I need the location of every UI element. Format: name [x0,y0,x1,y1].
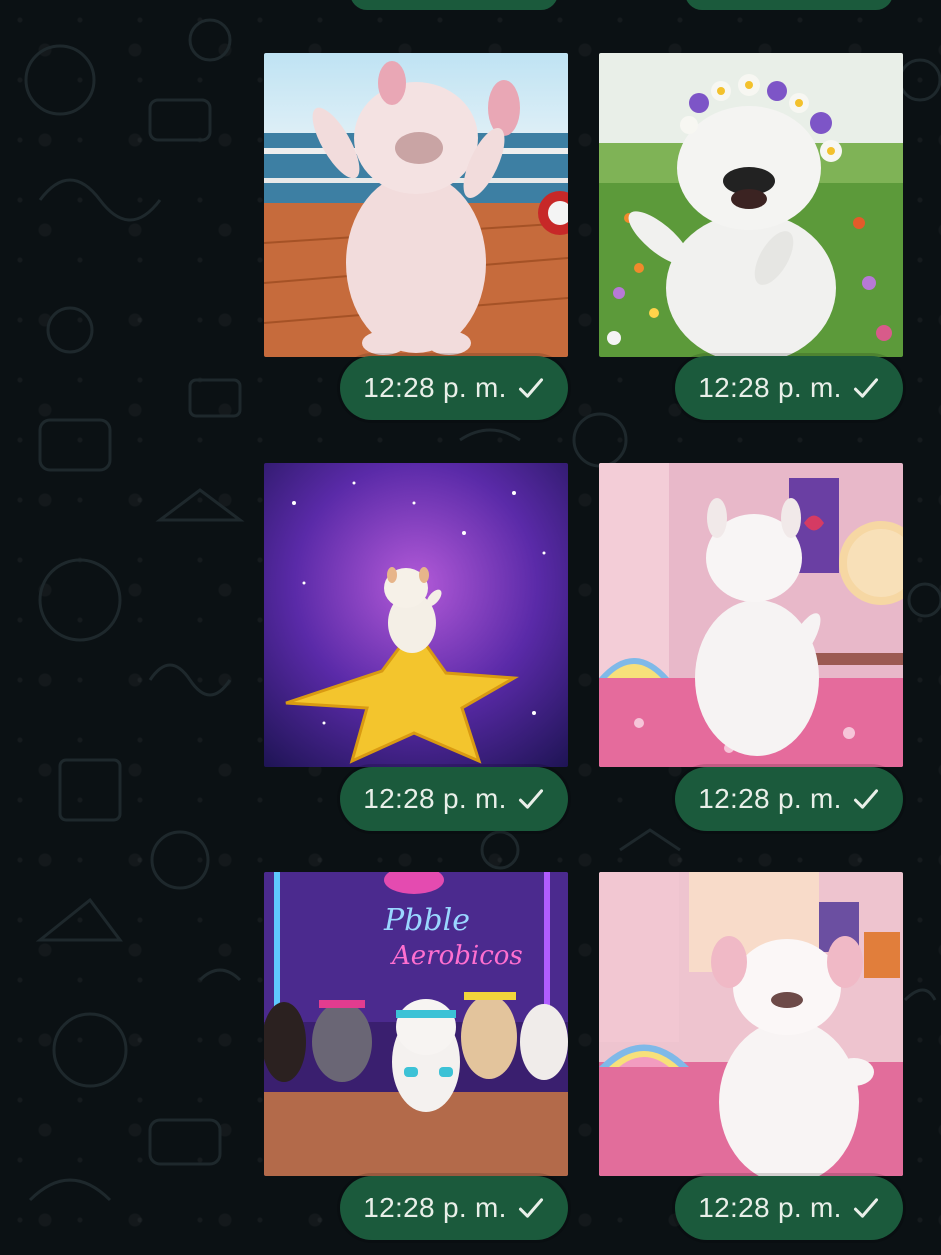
image-message[interactable] [599,463,903,767]
check-icon [853,1198,878,1218]
image-message[interactable] [264,463,568,767]
image-message[interactable] [599,53,903,357]
image-thumbnail [599,53,903,357]
previous-bubble-edge [350,0,558,10]
neon-sign-line-2: Aerobicos [390,941,523,971]
image-thumbnail [264,53,568,357]
chat-area[interactable]: Pbble Aerobicos 12:28 p. m. 12:28 p. m. … [0,0,941,1255]
check-icon [853,378,878,398]
timestamp-text: 12:28 p. m. [363,783,507,814]
message-timestamp: 12:28 p. m. [675,1176,903,1240]
image-thumbnail: Pbble Aerobicos [264,872,568,1176]
check-icon [853,789,878,809]
image-thumbnail [264,463,568,767]
neon-sign-line-1: Pbble [383,903,470,938]
image-message[interactable]: Pbble Aerobicos [264,872,568,1176]
message-timestamp: 12:28 p. m. [340,356,568,420]
check-icon [518,1198,543,1218]
message-timestamp: 12:28 p. m. [675,356,903,420]
message-timestamp: 12:28 p. m. [675,767,903,831]
timestamp-text: 12:28 p. m. [698,372,842,403]
message-timestamp: 12:28 p. m. [340,1176,568,1240]
timestamp-text: 12:28 p. m. [698,1192,842,1223]
previous-bubble-edge [685,0,893,10]
image-message[interactable] [599,872,903,1176]
timestamp-text: 12:28 p. m. [363,1192,507,1223]
timestamp-text: 12:28 p. m. [698,783,842,814]
message-timestamp: 12:28 p. m. [340,767,568,831]
check-icon [518,378,543,398]
image-thumbnail [599,872,903,1176]
check-icon [518,789,543,809]
image-thumbnail [599,463,903,767]
image-message[interactable] [264,53,568,357]
timestamp-text: 12:28 p. m. [363,372,507,403]
